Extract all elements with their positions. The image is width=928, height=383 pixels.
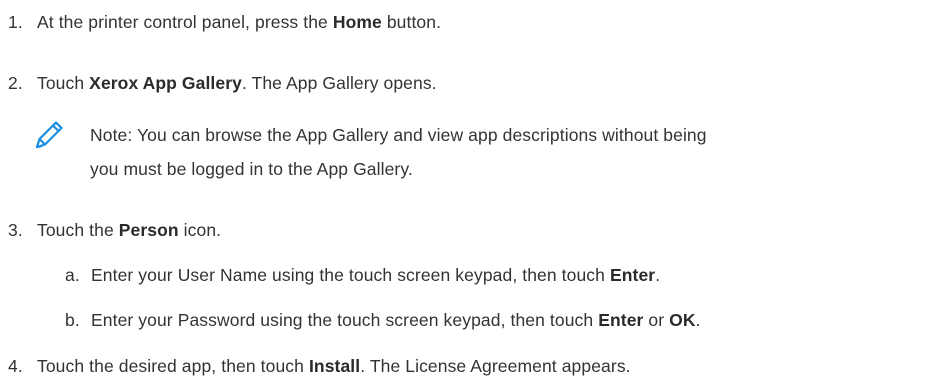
person-icon-term: Person [118,220,179,240]
xerox-app-gallery-term: Xerox App Gallery [89,73,242,93]
substep-a-text: Enter your User Name using the touch scr… [91,265,661,285]
step-1-number: 1. [8,12,23,32]
pencil-icon [35,121,63,149]
step-2-text: Touch Xerox App Gallery. The App Gallery… [37,73,437,93]
install-term: Install [308,356,361,376]
step-1-text: At the printer control panel, press the … [37,12,442,32]
step-4-text: Touch the desired app, then touch Instal… [37,356,631,376]
substep-a-letter: a. [65,265,80,285]
substep-b-letter: b. [65,310,80,330]
note-text-line-2: you must be logged in to the App Gallery… [90,159,413,179]
step-3-text: Touch the Person icon. [37,220,222,240]
step-3-number: 3. [8,220,23,240]
home-button-term: Home [332,12,382,32]
step-4-number: 4. [8,356,23,376]
enter-term: Enter [598,310,644,330]
substep-b-text: Enter your Password using the touch scre… [91,310,701,330]
ok-term: OK [669,310,696,330]
enter-term: Enter [609,265,656,285]
note-text-line-1: Note: You can browse the App Gallery and… [90,125,707,145]
step-2-number: 2. [8,73,23,93]
